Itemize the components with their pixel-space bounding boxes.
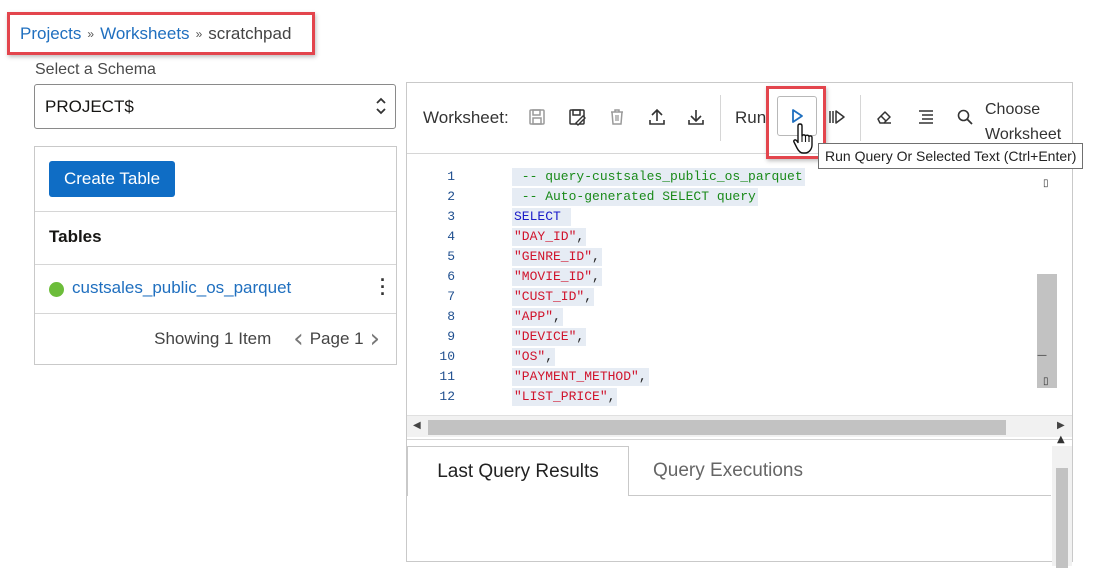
code-text: "DAY_ID", [512,228,587,246]
table-list-item[interactable]: custsales_public_os_parquet · · · [35,265,396,313]
line-number: 9 [447,329,455,344]
code-line: 3 SELECT [407,207,1047,227]
choose-worksheet-line1: Choose [985,101,1041,118]
vertical-scroll-thumb[interactable] [1037,274,1057,388]
code-line: 4 "DAY_ID", [407,227,1047,247]
code-line: 7 "CUST_ID", [407,287,1047,307]
line-number: 8 [447,309,455,324]
code-editor[interactable]: 1 -- query-custsales_public_os_parquet 2 … [407,154,1072,424]
tables-panel: Create Table Tables custsales_public_os_… [34,146,397,365]
code-line: 5 "GENRE_ID", [407,247,1047,267]
kebab-menu-icon[interactable]: · · · [380,271,386,303]
tab-query-executions[interactable]: Query Executions [653,446,803,496]
run-label: Run [735,108,767,127]
scroll-rule-icon: — [1037,350,1047,361]
results-area: Last Query Results Query Executions ▲ [407,434,1072,568]
results-scroll-thumb[interactable] [1056,468,1068,568]
breadcrumb-separator: » [195,26,203,41]
scroll-left-icon[interactable]: ◀ [413,420,421,431]
pager-count: Showing 1 Item [154,329,272,348]
code-line: 9 "DEVICE", [407,327,1047,347]
code-text: "GENRE_ID", [512,248,602,266]
line-number: 3 [447,209,455,224]
download-icon[interactable] [684,105,708,129]
next-page-icon[interactable]: › [370,326,380,352]
upload-icon[interactable] [645,105,669,129]
scroll-up-icon[interactable]: ▲ [1057,434,1065,445]
table-name-link[interactable]: custsales_public_os_parquet [72,278,291,298]
code-text: SELECT [512,208,571,226]
code-text: "LIST_PRICE", [512,388,618,406]
breadcrumb-current: scratchpad [208,23,292,43]
toolbar-separator [720,95,721,141]
fold-marker-icon: ▯ [1043,178,1049,189]
breadcrumb-worksheets-link[interactable]: Worksheets [100,24,189,44]
line-number: 12 [439,389,455,404]
code-line: 11 "PAYMENT_METHOD", [407,367,1047,387]
code-line: 1 -- query-custsales_public_os_parquet [407,167,1047,187]
divider [35,211,396,212]
worksheet-label: Worksheet: [423,108,509,127]
schema-selected-value: PROJECT$ [45,96,134,116]
select-chevron-icon [375,95,387,119]
line-number: 11 [439,369,455,384]
line-number: 10 [439,349,455,364]
tab-last-query-results[interactable]: Last Query Results [407,446,629,496]
save-as-icon[interactable] [565,105,589,129]
code-text: "CUST_ID", [512,288,595,306]
run-tooltip: Run Query Or Selected Text (Ctrl+Enter) [818,143,1084,169]
breadcrumb-projects-link[interactable]: Projects [20,24,81,44]
pager: Showing 1 Item ‹ Page 1 › [35,313,396,365]
pager-page: Page 1 [309,329,364,348]
code-line: 6 "MOVIE_ID", [407,267,1047,287]
eraser-icon[interactable] [872,105,896,129]
code-text: "APP", [512,308,563,326]
code-line: 10 "OS", [407,347,1047,367]
save-icon[interactable] [525,105,549,129]
run-script-icon[interactable] [825,105,849,129]
line-number: 2 [447,189,455,204]
prev-page-icon[interactable]: ‹ [293,326,303,352]
tables-heading: Tables [49,227,102,246]
line-number: 6 [447,269,455,284]
schema-select[interactable]: PROJECT$ [34,84,396,129]
code-line: 2 -- Auto-generated SELECT query [407,187,1047,207]
horizontal-scroll-thumb[interactable] [428,420,1006,435]
line-number: 7 [447,289,455,304]
hand-cursor-icon [792,122,816,161]
scroll-right-icon[interactable]: ▶ [1057,420,1065,431]
code-text: "DEVICE", [512,328,587,346]
horizontal-scrollbar[interactable]: ◀ ▶ [407,415,1072,437]
code-line: 8 "APP", [407,307,1047,327]
code-text: "PAYMENT_METHOD", [512,368,649,386]
code-text: "MOVIE_ID", [512,268,602,286]
fold-marker-icon: ▯ [1043,376,1049,387]
create-table-button[interactable]: Create Table [49,161,175,197]
tab-underline [629,495,1051,496]
code-line: 12 "LIST_PRICE", [407,387,1047,407]
code-text: "OS", [512,348,556,366]
code-text: -- Auto-generated SELECT query [512,188,758,206]
status-dot-icon [49,282,64,297]
line-number: 5 [447,249,455,264]
search-icon[interactable] [953,105,977,129]
code-text: -- query-custsales_public_os_parquet [512,168,805,186]
breadcrumb: Projects » Worksheets » scratchpad [7,12,315,55]
choose-worksheet-button[interactable]: Choose Worksheet [985,97,1061,147]
line-number: 1 [447,169,455,184]
breadcrumb-separator: » [87,26,95,41]
format-icon[interactable] [914,105,938,129]
line-number: 4 [447,229,455,244]
delete-icon[interactable] [605,105,629,129]
schema-label: Select a Schema [35,61,156,78]
toolbar-separator [860,95,861,141]
